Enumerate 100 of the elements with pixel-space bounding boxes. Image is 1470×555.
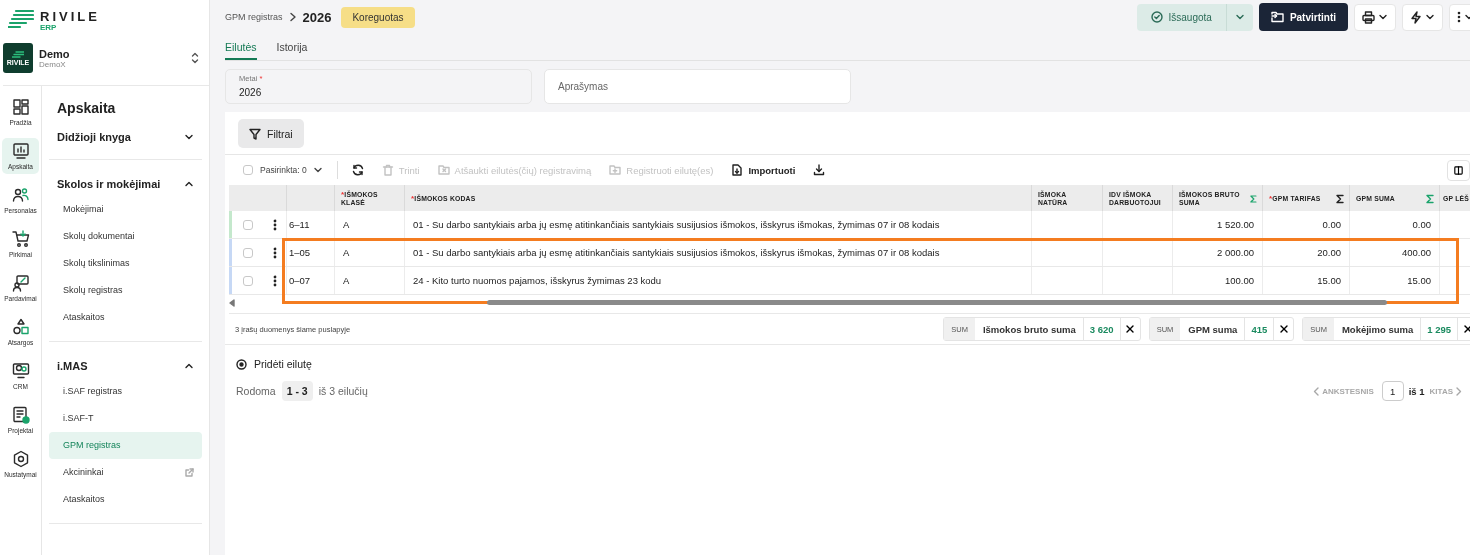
add-row-button[interactable]: Pridėti eilutę	[225, 345, 312, 370]
chevron-down-icon	[184, 132, 194, 142]
status-badge: Koreguotas	[341, 6, 415, 28]
company-name: Demo	[39, 47, 71, 60]
crm-monitor-icon	[11, 362, 30, 380]
menu-group-header[interactable]: i.MAS	[49, 354, 202, 378]
page-title: 2026	[302, 9, 332, 25]
menu-item[interactable]: i.SAF registras	[49, 378, 202, 405]
refresh-button[interactable]	[351, 164, 364, 176]
close-icon	[1126, 325, 1135, 333]
sum-value: 3 620	[1082, 318, 1120, 340]
table-cell: 15.00	[1349, 267, 1439, 294]
folder-arrow-icon	[1270, 11, 1284, 23]
menu-item[interactable]: Skolų dokumentai	[49, 223, 202, 250]
columns-icon	[1454, 164, 1463, 176]
cart-icon	[11, 230, 30, 248]
table-cell: 100.00	[1172, 267, 1262, 294]
selection-dropdown[interactable]: Pasirinkta: 0	[260, 165, 323, 175]
menu-item[interactable]: Skolų tikslinimas	[49, 250, 202, 277]
sum-label: Mokėjimo suma	[1340, 323, 1415, 335]
sales-icon	[11, 274, 30, 292]
download-icon	[813, 164, 826, 176]
chevron-up-icon	[184, 361, 194, 371]
table-cell: 400.00	[1349, 239, 1439, 266]
table-cell: 0.00	[1262, 211, 1349, 238]
pagination-label: iš 3 eilučių	[318, 385, 368, 397]
external-link-icon	[185, 467, 194, 477]
tab[interactable]: Istorija	[276, 41, 308, 60]
settings-icon	[11, 450, 30, 468]
sum-value: 1 295	[1420, 318, 1457, 340]
add-circle-icon	[236, 358, 247, 370]
dashboard-icon	[11, 98, 30, 116]
close-icon	[1463, 325, 1470, 333]
sum-value: 415	[1244, 318, 1274, 340]
chevron-down-icon	[312, 165, 323, 175]
table-cell: 6–11	[286, 211, 334, 238]
company-subtitle: DemoX	[39, 59, 67, 69]
confirm-button[interactable]: Patvirtinti	[1258, 3, 1348, 31]
toolbar-button[interactable]: Importuoti	[731, 164, 796, 176]
menu-item[interactable]: Ataskaitos	[49, 304, 202, 331]
table-cell: 01 - Su darbo santykiais arba jų esmę atitinkančiais santykiais susijusios išmokos, išskyrus išmokas, žymimas 07 ir 08 kodais	[404, 239, 1031, 266]
table-cell: A	[334, 267, 404, 294]
shapes-icon	[11, 318, 30, 336]
description-field[interactable]: Aprašymas	[544, 69, 851, 104]
chevron-left-icon	[1313, 386, 1320, 396]
filter-button[interactable]: Filtrai	[238, 119, 304, 148]
breadcrumb-link[interactable]: GPM registras	[225, 12, 283, 22]
row-checkbox[interactable]	[243, 219, 253, 230]
sum-label: Išmokos bruto suma	[981, 323, 1077, 335]
logo-text: RIVILE	[40, 9, 100, 24]
table-cell: A	[334, 211, 404, 238]
menu-item[interactable]: Skolų registras	[49, 277, 202, 304]
menu-group-header[interactable]: Skolos ir mokėjimai	[49, 172, 202, 196]
scrollbar-thumb[interactable]	[487, 300, 1387, 305]
menu-item[interactable]: Akcininkai	[49, 459, 202, 486]
chevron-up-icon	[184, 179, 194, 189]
scroll-left-icon	[229, 299, 235, 307]
chevron-right-icon	[1456, 386, 1462, 396]
table-cell: 0.00	[1349, 211, 1439, 238]
more-vertical-icon	[1457, 11, 1461, 23]
row-menu-icon	[273, 274, 277, 287]
menu-item[interactable]: Mokėjimai	[49, 196, 202, 223]
table-cell: 01 - Su darbo santykiais arba jų esmę atitinkančiais santykiais susijusios išmokos, išskyrus išmokas, žymimas 07 ir 08 kodais	[404, 211, 1031, 238]
folder-plus-icon	[609, 164, 622, 176]
switcher-icon	[191, 52, 199, 64]
pagination-label: Rodoma	[236, 385, 276, 397]
page-field[interactable]: 1	[1381, 381, 1404, 401]
chevron-right-icon	[288, 12, 297, 22]
table-cell: 20.00	[1262, 239, 1349, 266]
menu-item[interactable]: GPM registras	[49, 432, 202, 459]
table-cell: 0–07	[286, 267, 334, 294]
actions-button[interactable]	[1402, 3, 1443, 31]
menu-group-header[interactable]: Didžioji knyga	[49, 125, 202, 149]
chevron-down-icon	[1234, 12, 1245, 22]
columns-button[interactable]	[1447, 159, 1470, 181]
menu-title: Apskaita	[57, 100, 116, 116]
download-button[interactable]	[813, 164, 826, 176]
table-cell: A	[334, 239, 404, 266]
sum-label: GPM suma	[1187, 323, 1239, 335]
table-cell: 24 - Kito turto nuomos pajamos, išskyrus žymimas 23 kodu	[404, 267, 1031, 294]
close-icon	[1279, 325, 1288, 333]
logo-stripes-icon	[8, 9, 34, 29]
row-menu-icon	[273, 218, 277, 231]
document-check-icon	[11, 406, 30, 424]
trash-icon	[381, 164, 394, 176]
refresh-icon	[351, 164, 364, 176]
tab[interactable]: Eilutės	[225, 41, 257, 60]
chevron-down-icon	[1378, 12, 1388, 22]
row-menu-icon	[273, 246, 277, 259]
checkbox[interactable]	[243, 165, 253, 175]
row-checkbox[interactable]	[243, 247, 253, 258]
people-icon	[11, 186, 30, 204]
filter-icon	[249, 127, 261, 140]
menu-item[interactable]: Ataskaitos	[49, 486, 202, 513]
row-checkbox[interactable]	[243, 275, 253, 286]
print-button[interactable]	[1354, 3, 1396, 31]
table-cell: 15.00	[1262, 267, 1349, 294]
bolt-icon	[1410, 10, 1422, 24]
file-import-icon	[731, 164, 744, 176]
menu-item[interactable]: i.SAF-T	[49, 405, 202, 432]
